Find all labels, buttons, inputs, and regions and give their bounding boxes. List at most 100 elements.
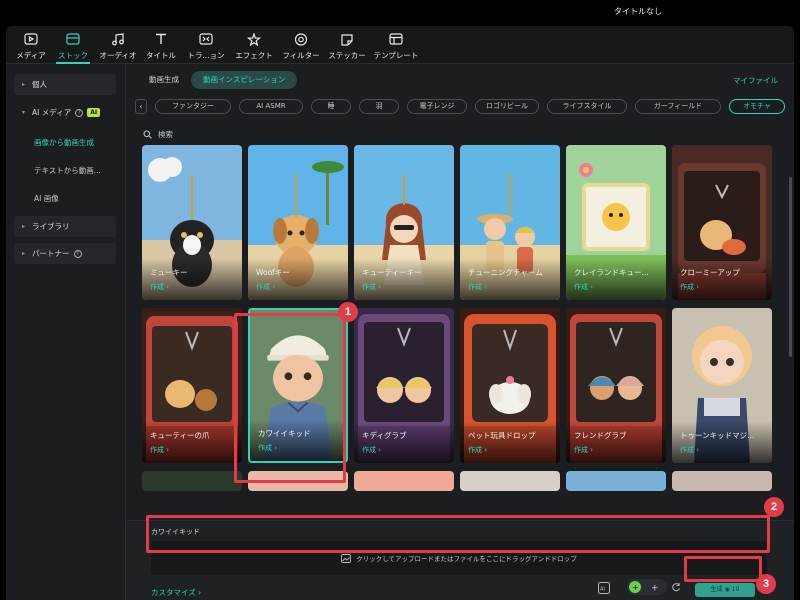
card-create-link[interactable]: 作成 ›	[256, 282, 275, 292]
chevron-left-icon[interactable]: ‹	[135, 99, 147, 114]
card-create-link[interactable]: 作成 ›	[468, 282, 487, 292]
mode-segment: 動画生成 動画インスピレーション	[137, 71, 298, 89]
toolbar-label: オーディオ	[99, 51, 137, 60]
my-files-link[interactable]: マイファイル	[733, 75, 778, 86]
template-card[interactable]: クローミーアップ 作成 ›	[672, 145, 772, 300]
template-card[interactable]: トゥーンキッドマジ... 作成 ›	[672, 308, 772, 463]
category-tags: ‹ ファンタジー AI ASMR 睡 羽 電子レンジ ロゴリビール ライフスタイ…	[135, 99, 785, 115]
chevron-right-icon: ▸	[22, 81, 26, 88]
annotation-box-1	[234, 313, 346, 483]
template-card[interactable]: ミューキー 作成 ›	[142, 145, 242, 300]
toolbar-label: タイトル	[146, 51, 176, 60]
sidebar-item-label: パートナー	[32, 249, 70, 258]
tag-sleep[interactable]: 睡	[311, 99, 351, 114]
template-card[interactable]	[354, 471, 454, 491]
sidebar-item-ai-image[interactable]: AI 画像	[34, 193, 59, 204]
template-card[interactable]: チューニングチャーム 作成 ›	[460, 145, 560, 300]
card-create-link[interactable]: 作成 ›	[468, 445, 487, 455]
app-window: メディア ストック オーディオ タイトル トラ...ョン エフェクト フィルター	[6, 26, 794, 600]
template-card[interactable]: クレイランドキュー... 作成 ›	[566, 145, 666, 300]
annotation-box-3	[684, 556, 762, 582]
template-card[interactable]: Woofキー 作成 ›	[248, 145, 348, 300]
card-create-link[interactable]: 作成 ›	[150, 445, 169, 455]
customize-link[interactable]: カスタマイズ ›	[151, 587, 201, 598]
card-shade	[354, 258, 454, 300]
toolbar-stock[interactable]: ストック	[56, 30, 90, 64]
toolbar-label: テンプレート	[373, 51, 419, 60]
toolbar-title[interactable]: タイトル	[144, 30, 178, 62]
chevron-right-icon: ▸	[22, 223, 26, 230]
tab-video-generate[interactable]: 動画生成	[137, 71, 191, 89]
sidebar-item-ai-media[interactable]: ▾ AI メディア ? AI	[14, 102, 116, 123]
card-shade	[354, 421, 454, 463]
template-card[interactable]	[142, 471, 242, 491]
toolbar-media[interactable]: メディア	[14, 30, 48, 62]
toolbar-label: トラ...ョン	[187, 51, 225, 60]
help-icon[interactable]: ?	[73, 249, 82, 258]
sidebar-item-text-to-video[interactable]: テキストから動画...	[34, 165, 101, 176]
template-card[interactable]: キューティーの爪 作成 ›	[142, 308, 242, 463]
card-create-link[interactable]: 作成 ›	[574, 445, 593, 455]
template-card[interactable]: フレンドグラブ 作成 ›	[566, 308, 666, 463]
tag-wing[interactable]: 羽	[359, 99, 399, 114]
toolbar-audio[interactable]: オーディオ	[98, 30, 138, 62]
grid-scrollbar[interactable]	[789, 177, 792, 357]
card-create-link[interactable]: 作成 ›	[362, 282, 381, 292]
filter-icon	[293, 32, 309, 46]
template-card[interactable]	[566, 471, 666, 491]
tag-microwave[interactable]: 電子レンジ	[407, 99, 467, 114]
toolbar-filter[interactable]: フィルター	[280, 30, 322, 62]
sticker-icon	[339, 32, 355, 46]
card-shade	[460, 421, 560, 463]
toolbar-template[interactable]: テンプレート	[372, 30, 420, 62]
search-bar[interactable]: 検索	[143, 129, 173, 140]
help-icon[interactable]: ?	[75, 108, 84, 117]
tag-garfield[interactable]: ガーフィールド	[635, 99, 721, 114]
sidebar-item-image-to-video[interactable]: 画像から動画生成	[34, 137, 94, 148]
annotation-marker-2: 2	[764, 497, 784, 517]
template-card[interactable]	[672, 471, 772, 491]
template-card[interactable]	[460, 471, 560, 491]
card-create-link[interactable]: 作成 ›	[362, 445, 381, 455]
credits-toggle[interactable]: + +	[627, 579, 667, 595]
card-title: トゥーンキッドマジ...	[680, 431, 755, 440]
card-title: Woofキー	[256, 268, 290, 277]
annotation-marker-1: 1	[338, 302, 358, 322]
template-card[interactable]: キディグラブ 作成 ›	[354, 308, 454, 463]
toolbar-sticker[interactable]: ステッカー	[326, 30, 368, 62]
template-card[interactable]: キューティーキー 作成 ›	[354, 145, 454, 300]
card-create-link[interactable]: 作成 ›	[574, 282, 593, 292]
card-create-link[interactable]: 作成 ›	[680, 445, 699, 455]
ai-settings-icon[interactable]: AI	[597, 581, 611, 595]
template-card[interactable]: ペット玩具ドロップ 作成 ›	[460, 308, 560, 463]
active-tab-underline	[56, 62, 90, 64]
upload-instruction: クリックしてアップロードまたはファイルをここにドラッグアンドドロップ	[356, 555, 577, 563]
chevron-right-icon: ▸	[22, 250, 26, 257]
card-title: ペット玩具ドロップ	[468, 431, 536, 440]
sidebar-item-partner[interactable]: ▸ パートナー ?	[14, 243, 116, 264]
ai-badge: AI	[87, 108, 101, 117]
card-create-link[interactable]: 作成 ›	[680, 282, 699, 292]
tag-fantasy[interactable]: ファンタジー	[155, 99, 231, 114]
generate-button[interactable]: 生成 ◉ 10	[695, 583, 755, 597]
tag-ai-asmr[interactable]: AI ASMR	[239, 99, 303, 114]
tag-toys[interactable]: オモチャ	[729, 99, 785, 114]
add-credit-icon: + +	[629, 581, 659, 594]
tab-video-inspiration[interactable]: 動画インスピレーション	[191, 71, 298, 89]
sidebar-item-library[interactable]: ▸ ライブラリ	[14, 216, 116, 237]
sidebar-item-personal[interactable]: ▸ 個人	[14, 74, 116, 95]
refresh-icon[interactable]	[671, 582, 681, 592]
toolbar-effect[interactable]: エフェクト	[234, 30, 274, 62]
card-title: クローミーアップ	[680, 268, 740, 277]
tag-lifestyle[interactable]: ライフスタイル	[547, 99, 627, 114]
stock-icon	[65, 32, 81, 46]
svg-text:+: +	[651, 584, 659, 594]
card-shade	[460, 258, 560, 300]
toolbar-transition[interactable]: トラ...ョン	[186, 30, 226, 62]
transition-icon	[198, 32, 214, 46]
card-title: クレイランドキュー...	[574, 268, 649, 277]
card-shade	[248, 258, 348, 300]
tag-logo-reveal[interactable]: ロゴリビール	[475, 99, 539, 114]
card-create-link[interactable]: 作成 ›	[150, 282, 169, 292]
toolbar-label: ストック	[58, 51, 88, 60]
